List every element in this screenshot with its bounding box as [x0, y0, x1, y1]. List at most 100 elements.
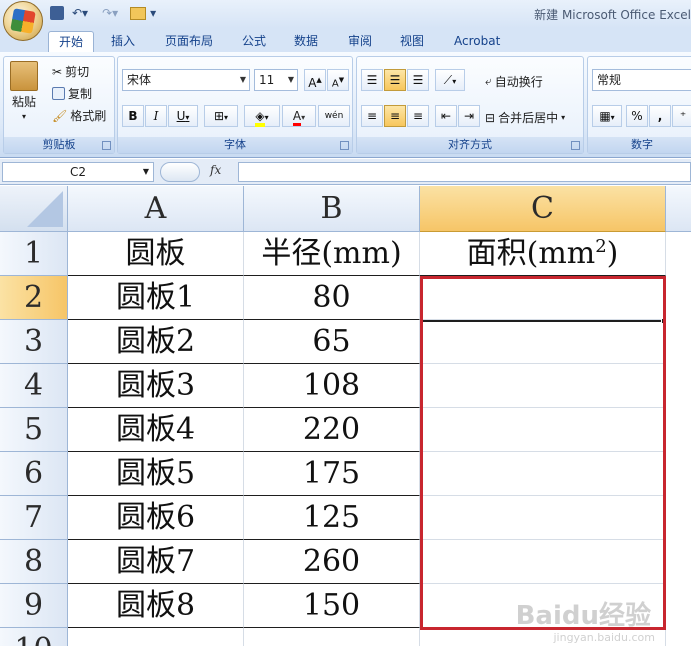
font-launcher-icon[interactable]	[340, 141, 349, 150]
row-header-8[interactable]: 8	[0, 540, 68, 584]
shrink-font-button[interactable]: A▼	[327, 69, 349, 91]
tab-formulas[interactable]: 公式	[232, 31, 276, 52]
customize-qat-icon[interactable]: ▾	[150, 6, 156, 20]
row-header-7[interactable]: 7	[0, 496, 68, 540]
tab-acrobat[interactable]: Acrobat	[444, 31, 510, 52]
merge-center-button[interactable]: ⊟ 合并后居中 ▾	[485, 109, 565, 126]
align-left-button[interactable]: ≡	[361, 105, 383, 127]
percent-button[interactable]: %	[626, 105, 648, 127]
insert-function-button[interactable]: fx	[210, 163, 221, 177]
cell-b6[interactable]: 175	[244, 452, 420, 496]
cell-b1[interactable]: 半径(mm)	[244, 232, 420, 276]
column-header-b[interactable]: B	[244, 186, 420, 232]
borders-button[interactable]: ⊞▾	[204, 105, 238, 127]
decrease-indent-button[interactable]: ⇤	[435, 105, 457, 127]
grow-font-button[interactable]: A▲	[304, 69, 326, 91]
font-color-button[interactable]: A▾	[282, 105, 316, 127]
cell-b4[interactable]: 108	[244, 364, 420, 408]
row-header-5[interactable]: 5	[0, 408, 68, 452]
cell-a3[interactable]: 圆板2	[68, 320, 244, 364]
column-header-c[interactable]: C	[420, 186, 666, 232]
row-header-4[interactable]: 4	[0, 364, 68, 408]
copy-button[interactable]: 复制	[52, 85, 92, 102]
cut-button[interactable]: ✂ 剪切	[52, 63, 89, 80]
cell-a9[interactable]: 圆板8	[68, 584, 244, 628]
cell-c9[interactable]	[420, 584, 666, 628]
row-header-3[interactable]: 3	[0, 320, 68, 364]
cell-c1[interactable]: 面积(mm2)	[420, 232, 666, 276]
fill-handle[interactable]	[661, 318, 667, 324]
fill-color-button[interactable]: ◈▾	[244, 105, 280, 127]
tab-data[interactable]: 数据	[284, 31, 328, 52]
scissors-icon: ✂	[52, 64, 63, 79]
cell-a5[interactable]: 圆板4	[68, 408, 244, 452]
cell-a4[interactable]: 圆板3	[68, 364, 244, 408]
bold-button[interactable]: B	[122, 105, 144, 127]
cell-a6[interactable]: 圆板5	[68, 452, 244, 496]
underline-button[interactable]: U▾	[168, 105, 198, 127]
currency-button[interactable]: ▦▾	[592, 105, 622, 127]
tab-insert[interactable]: 插入	[101, 31, 145, 52]
font-size-select[interactable]: 11 ▼	[254, 69, 298, 91]
tab-page-layout[interactable]: 页面布局	[155, 31, 223, 52]
open-folder-icon[interactable]	[130, 6, 147, 20]
paste-button[interactable]: 粘贴 ▾	[10, 61, 38, 121]
format-painter-button[interactable]: 🖌 格式刷	[52, 107, 106, 124]
align-top-button[interactable]: ☰	[361, 69, 383, 91]
cell-c4[interactable]	[420, 364, 666, 408]
cell-a10[interactable]	[68, 628, 244, 646]
select-all-button[interactable]	[0, 186, 68, 232]
cell-b9[interactable]: 150	[244, 584, 420, 628]
tab-review[interactable]: 审阅	[338, 31, 382, 52]
clipboard-launcher-icon[interactable]	[102, 141, 111, 150]
cell-a2[interactable]: 圆板1	[68, 276, 244, 320]
tab-view[interactable]: 视图	[390, 31, 434, 52]
cell-a1[interactable]: 圆板	[68, 232, 244, 276]
cell-b7[interactable]: 125	[244, 496, 420, 540]
number-format-select[interactable]: 常规	[592, 69, 691, 91]
cell-c6[interactable]	[420, 452, 666, 496]
increase-indent-button[interactable]: ⇥	[458, 105, 480, 127]
undo-icon[interactable]: ↶▾	[72, 6, 88, 20]
cell-c5[interactable]	[420, 408, 666, 452]
row-header-6[interactable]: 6	[0, 452, 68, 496]
align-center-button[interactable]: ≡	[384, 105, 406, 127]
comma-button[interactable]: ,	[649, 105, 671, 127]
save-icon[interactable]	[50, 6, 64, 20]
cell-c2[interactable]	[420, 276, 666, 320]
increase-decimal-button[interactable]: ⁺	[672, 105, 691, 127]
cell-c3[interactable]	[420, 320, 666, 364]
cell-b3[interactable]: 65	[244, 320, 420, 364]
office-button[interactable]	[3, 1, 43, 41]
cell-c7[interactable]	[420, 496, 666, 540]
row-header-10[interactable]: 10	[0, 628, 68, 646]
orientation-button[interactable]: ⟋▾	[435, 69, 465, 91]
cell-b8[interactable]: 260	[244, 540, 420, 584]
name-box[interactable]: C2 ▼	[2, 162, 154, 182]
align-right-button[interactable]: ≡	[407, 105, 429, 127]
cell-a8[interactable]: 圆板7	[68, 540, 244, 584]
font-name-select[interactable]: 宋体 ▼	[122, 69, 250, 91]
row-header-9[interactable]: 9	[0, 584, 68, 628]
wrap-text-button[interactable]: ⤶ 自动换行	[485, 73, 543, 90]
row-header-1[interactable]: 1	[0, 232, 68, 276]
align-bottom-button[interactable]: ☰	[407, 69, 429, 91]
cell-c10[interactable]	[420, 628, 666, 646]
row-header-2[interactable]: 2	[0, 276, 68, 320]
formula-input[interactable]	[238, 162, 691, 182]
phonetic-button[interactable]: wén	[318, 105, 350, 127]
cell-b5[interactable]: 220	[244, 408, 420, 452]
tab-home[interactable]: 开始	[48, 31, 95, 52]
column-header-a[interactable]: A	[68, 186, 244, 232]
alignment-launcher-icon[interactable]	[571, 141, 580, 150]
column-header-d[interactable]	[666, 186, 691, 232]
cell-c8[interactable]	[420, 540, 666, 584]
formula-splitter[interactable]	[160, 162, 200, 182]
redo-icon[interactable]: ↷▾	[102, 6, 118, 20]
cell-b2[interactable]: 80	[244, 276, 420, 320]
italic-button[interactable]: I	[145, 105, 167, 127]
align-middle-button[interactable]: ☰	[384, 69, 406, 91]
chevron-down-icon: ▼	[142, 167, 149, 176]
cell-a7[interactable]: 圆板6	[68, 496, 244, 540]
cell-b10[interactable]	[244, 628, 420, 646]
